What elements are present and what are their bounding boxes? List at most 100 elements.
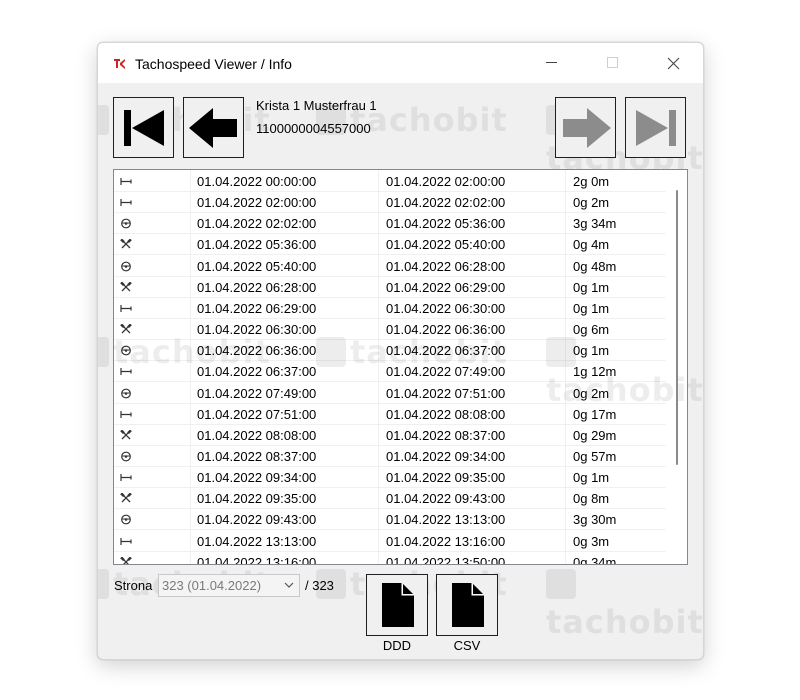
- csv-label: CSV: [453, 638, 481, 653]
- activity-row[interactable]: 01.04.2022 09:43:00 01.04.2022 13:13:00 3g…: [114, 509, 666, 531]
- activity-end: 01.04.2022 05:36:00: [386, 216, 506, 232]
- watermark: tachobit: [546, 565, 703, 641]
- activity-end: 01.04.2022 13:13:00: [386, 512, 506, 528]
- activity-row[interactable]: 01.04.2022 13:13:00 01.04.2022 13:16:00 0g…: [114, 531, 666, 552]
- activity-type-cell: [114, 213, 189, 234]
- activity-start: 01.04.2022 02:00:00: [197, 195, 317, 211]
- activity-row[interactable]: 01.04.2022 05:36:00 01.04.2022 05:40:00 0g…: [114, 234, 666, 256]
- activity-start: 01.04.2022 08:08:00: [197, 427, 317, 443]
- app-logo-icon: [113, 57, 126, 70]
- activity-type-cell: [114, 509, 189, 530]
- activity-row[interactable]: 01.04.2022 08:08:00 01.04.2022 08:37:00 0g…: [114, 425, 666, 446]
- tachospeed-viewer-window: Tachospeed Viewer / Info tachobit tachob…: [97, 42, 704, 660]
- activity-type-cell: [114, 531, 189, 552]
- availability-icon: [120, 474, 132, 482]
- steering-wheel-icon: [121, 451, 131, 462]
- activity-type-cell: [114, 256, 189, 277]
- minimize-button[interactable]: [529, 43, 575, 83]
- activity-duration: 0g 3m: [573, 533, 610, 549]
- skip-first-icon: [123, 109, 164, 146]
- activity-row[interactable]: 01.04.2022 13:16:00 01.04.2022 13:50:00 0g…: [114, 552, 666, 565]
- activity-end: 01.04.2022 02:02:00: [386, 195, 506, 211]
- steering-wheel-icon: [121, 514, 131, 525]
- page-label: Strona: [114, 578, 153, 593]
- activity-row[interactable]: 01.04.2022 09:35:00 01.04.2022 09:43:00 0g…: [114, 488, 666, 510]
- hammers-icon: [120, 556, 132, 564]
- activity-row[interactable]: 01.04.2022 00:00:00 01.04.2022 02:00:00 2g…: [114, 171, 666, 192]
- activity-end: 01.04.2022 09:35:00: [386, 470, 506, 486]
- activity-duration: 0g 1m: [573, 470, 610, 486]
- activity-start: 01.04.2022 02:02:00: [197, 216, 317, 232]
- driver-card-number: 1100000004557000: [256, 121, 371, 136]
- activity-duration: 0g 29m: [573, 427, 617, 443]
- activity-row[interactable]: 01.04.2022 06:29:00 01.04.2022 06:30:00 0g…: [114, 298, 666, 319]
- steering-wheel-icon: [121, 218, 131, 229]
- activity-row[interactable]: 01.04.2022 09:34:00 01.04.2022 09:35:00 0g…: [114, 467, 666, 489]
- activity-end: 01.04.2022 06:30:00: [386, 300, 506, 316]
- activity-start: 01.04.2022 06:28:00: [197, 279, 317, 295]
- activity-start: 01.04.2022 09:35:00: [197, 491, 317, 507]
- activity-end: 01.04.2022 08:37:00: [386, 427, 506, 443]
- page-select-value: 323 (01.04.2022): [162, 578, 262, 593]
- title-bar: Tachospeed Viewer / Info: [98, 43, 703, 83]
- activity-end: 01.04.2022 09:43:00: [386, 491, 506, 507]
- activity-duration: 0g 57m: [573, 448, 617, 464]
- activity-start: 01.04.2022 00:00:00: [197, 174, 317, 189]
- activity-row[interactable]: 01.04.2022 05:40:00 01.04.2022 06:28:00 0g…: [114, 256, 666, 277]
- close-icon: [667, 57, 679, 69]
- activity-row[interactable]: 01.04.2022 08:37:00 01.04.2022 09:34:00 0g…: [114, 446, 666, 467]
- previous-page-button[interactable]: [183, 97, 244, 158]
- steering-wheel-icon: [121, 388, 131, 398]
- activity-duration: 3g 34m: [573, 216, 617, 232]
- activity-end: 01.04.2022 02:00:00: [386, 174, 506, 189]
- export-csv-button[interactable]: [436, 574, 498, 636]
- activity-end: 01.04.2022 06:29:00: [386, 279, 506, 295]
- activity-end: 01.04.2022 09:34:00: [386, 448, 506, 464]
- activity-duration: 3g 30m: [573, 512, 617, 528]
- hammers-icon: [120, 239, 132, 249]
- activity-start: 01.04.2022 05:36:00: [197, 237, 317, 253]
- activity-start: 01.04.2022 13:13:00: [197, 533, 317, 549]
- activity-start: 01.04.2022 09:43:00: [197, 512, 317, 528]
- document-icon: [452, 583, 484, 627]
- driver-name: Krista 1 Musterfrau 1: [256, 98, 377, 113]
- watermark: tachobit: [546, 333, 703, 409]
- activity-end: 01.04.2022 08:08:00: [386, 406, 506, 422]
- activity-type-cell: [114, 446, 189, 467]
- last-page-button: [625, 97, 686, 158]
- availability-icon: [120, 199, 132, 207]
- hammers-icon: [120, 281, 132, 292]
- activity-start: 01.04.2022 08:37:00: [197, 448, 317, 464]
- activity-row[interactable]: 01.04.2022 02:02:00 01.04.2022 05:36:00 3g…: [114, 213, 666, 235]
- ddd-label: DDD: [382, 638, 412, 653]
- activity-end: 01.04.2022 07:51:00: [386, 385, 506, 401]
- activity-type-cell: [114, 467, 189, 488]
- activity-type-cell: [114, 425, 189, 446]
- chevron-down-icon: [284, 582, 294, 588]
- activity-duration: 0g 48m: [573, 258, 617, 274]
- skip-last-icon: [635, 109, 676, 146]
- export-ddd-button[interactable]: [366, 574, 428, 636]
- activity-end: 01.04.2022 13:16:00: [386, 533, 506, 549]
- activity-row[interactable]: 01.04.2022 02:00:00 01.04.2022 02:02:00 0g…: [114, 192, 666, 214]
- window-title: Tachospeed Viewer / Info: [135, 56, 292, 72]
- page-select[interactable]: 323 (01.04.2022): [158, 574, 300, 597]
- activity-type-cell: [114, 488, 189, 509]
- close-button[interactable]: [650, 43, 696, 83]
- activity-end: 01.04.2022 13:50:00: [386, 554, 506, 565]
- scrollbar-thumb[interactable]: [676, 190, 678, 465]
- activity-type-cell: [114, 552, 189, 564]
- activity-type-cell: [114, 171, 189, 192]
- activity-type-cell: [114, 383, 189, 404]
- activity-type-cell: [114, 404, 189, 425]
- activity-start: 01.04.2022 05:40:00: [197, 258, 317, 274]
- activity-duration: 0g 4m: [573, 237, 610, 253]
- hammers-icon: [120, 429, 132, 440]
- first-page-button[interactable]: [113, 97, 174, 158]
- activity-row[interactable]: 01.04.2022 06:28:00 01.04.2022 06:29:00 0g…: [114, 277, 666, 298]
- maximize-button: [590, 43, 636, 83]
- document-icon: [382, 583, 414, 627]
- maximize-icon: [607, 57, 618, 68]
- activity-duration: 0g 1m: [573, 300, 610, 316]
- activity-duration: 0g 1m: [573, 279, 610, 295]
